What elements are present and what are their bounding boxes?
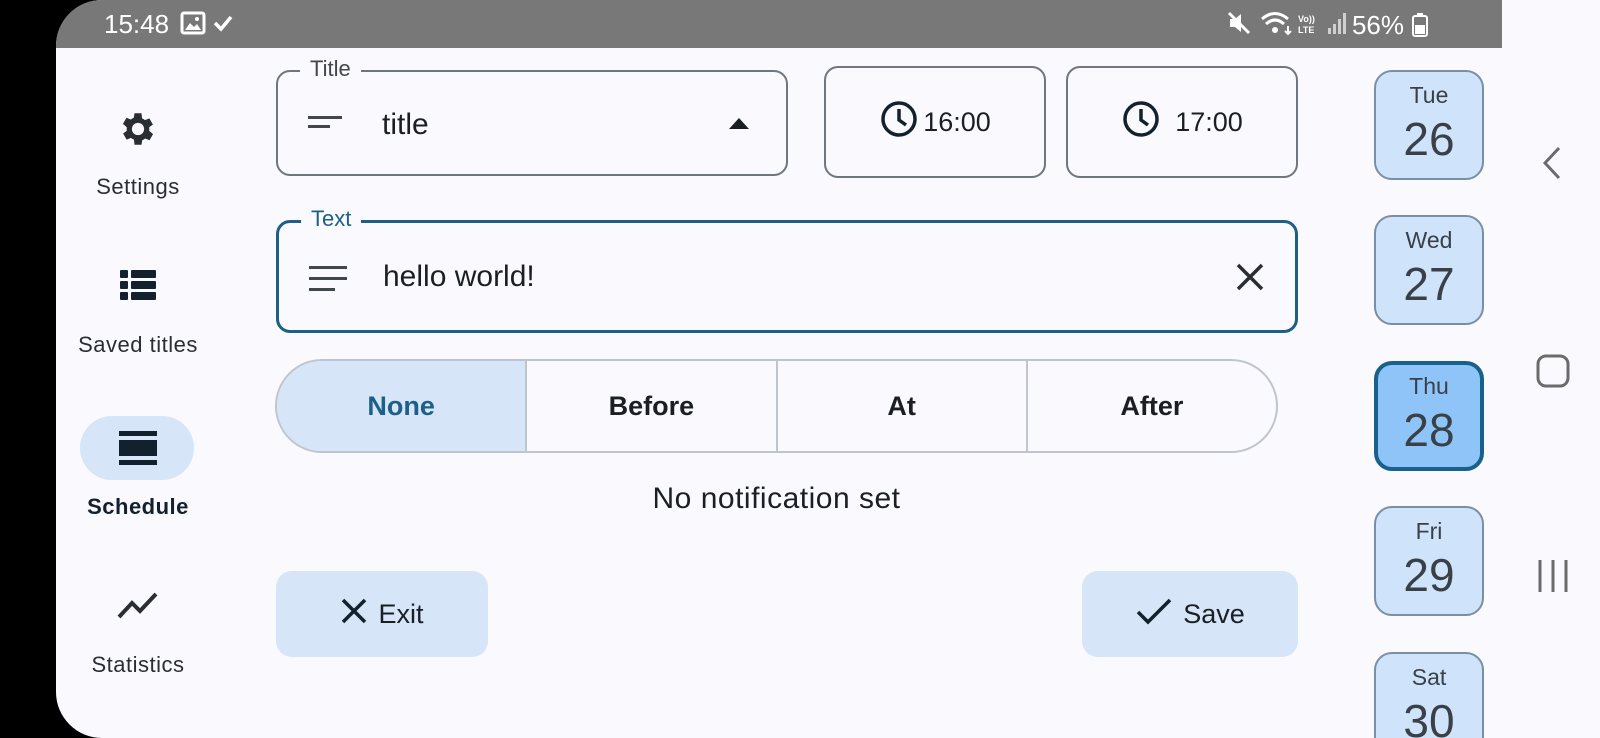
check-icon: [212, 10, 234, 41]
clock-icon: [1121, 99, 1161, 146]
home-icon[interactable]: [1536, 354, 1570, 393]
day-date: 26: [1403, 113, 1455, 165]
gallery-icon: [180, 10, 206, 41]
title-dropdown[interactable]: Title title: [276, 56, 788, 176]
end-time-button[interactable]: 17:00: [1066, 66, 1298, 178]
save-button[interactable]: Save: [1082, 571, 1298, 657]
text-input[interactable]: Text hello world!: [276, 206, 1298, 333]
signal-icon: [1326, 10, 1348, 41]
end-time-text: 17:00: [1175, 106, 1243, 137]
clear-icon[interactable]: [1235, 262, 1265, 297]
text-field-label: Text: [301, 206, 362, 232]
rail-label-saved-titles: Saved titles: [78, 332, 198, 357]
title-field-label: Title: [300, 56, 361, 82]
rail-label-statistics: Statistics: [91, 652, 185, 677]
back-icon[interactable]: [1542, 146, 1562, 185]
status-bar: 15:48 Vo)) LTE 56%: [56, 0, 1502, 48]
notification-status-text: No notification set: [652, 482, 901, 515]
day-date: 29: [1403, 549, 1455, 601]
start-time-text: 16:00: [923, 106, 991, 137]
exit-button[interactable]: Exit: [276, 571, 488, 657]
svg-text:Vo)): Vo)): [1298, 14, 1315, 24]
app-screen: 15:48 Vo)) LTE 56% Settings Saved titles…: [56, 0, 1502, 738]
rail-label-schedule: Schedule: [87, 494, 189, 519]
title-field-value: title: [382, 108, 429, 141]
day-name: Thu: [1409, 373, 1449, 399]
day-tue-26[interactable]: Tue 26: [1374, 70, 1484, 180]
day-name: Tue: [1409, 82, 1449, 108]
day-date: 27: [1403, 258, 1455, 310]
segment-before[interactable]: Before: [525, 361, 775, 451]
close-icon: [340, 597, 368, 632]
schedule-icon: [118, 430, 158, 472]
trend-icon: [117, 590, 159, 626]
rail-label-settings: Settings: [96, 174, 180, 199]
exit-label: Exit: [378, 598, 424, 629]
text-field-value: hello world!: [383, 260, 535, 293]
battery-icon: [1412, 13, 1428, 42]
system-nav-bar: [1502, 0, 1600, 738]
day-sat-30[interactable]: Sat 30: [1374, 652, 1484, 738]
dropdown-arrow-up-icon[interactable]: [728, 116, 750, 135]
day-name: Fri: [1415, 518, 1443, 544]
start-time-button[interactable]: 16:00: [824, 66, 1046, 178]
day-wed-27[interactable]: Wed 27: [1374, 215, 1484, 325]
status-time: 15:48: [104, 9, 170, 39]
recents-icon[interactable]: [1536, 558, 1570, 599]
segment-after[interactable]: After: [1025, 361, 1276, 451]
day-thu-28[interactable]: Thu 28: [1374, 361, 1484, 471]
notification-segmented-control: None Before At After: [275, 359, 1278, 453]
notes-icon: [309, 265, 347, 298]
wifi-icon: [1260, 10, 1294, 41]
day-date: 28: [1403, 404, 1455, 456]
list-icon: [118, 268, 158, 308]
volte-icon: Vo)) LTE: [1296, 12, 1322, 41]
day-name: Wed: [1405, 227, 1453, 253]
short-text-icon: [308, 114, 342, 137]
svg-text:LTE: LTE: [1298, 25, 1314, 35]
segment-at[interactable]: At: [775, 361, 1026, 451]
battery-text: 56%: [1351, 10, 1404, 40]
day-name: Sat: [1411, 664, 1447, 690]
mute-icon: [1226, 10, 1252, 41]
clock-icon: [879, 99, 919, 146]
save-label: Save: [1183, 598, 1245, 629]
day-fri-29[interactable]: Fri 29: [1374, 506, 1484, 616]
checkmark-icon: [1135, 597, 1173, 632]
gear-icon: [117, 108, 159, 156]
segment-none[interactable]: None: [277, 361, 526, 451]
day-date: 30: [1403, 695, 1455, 738]
